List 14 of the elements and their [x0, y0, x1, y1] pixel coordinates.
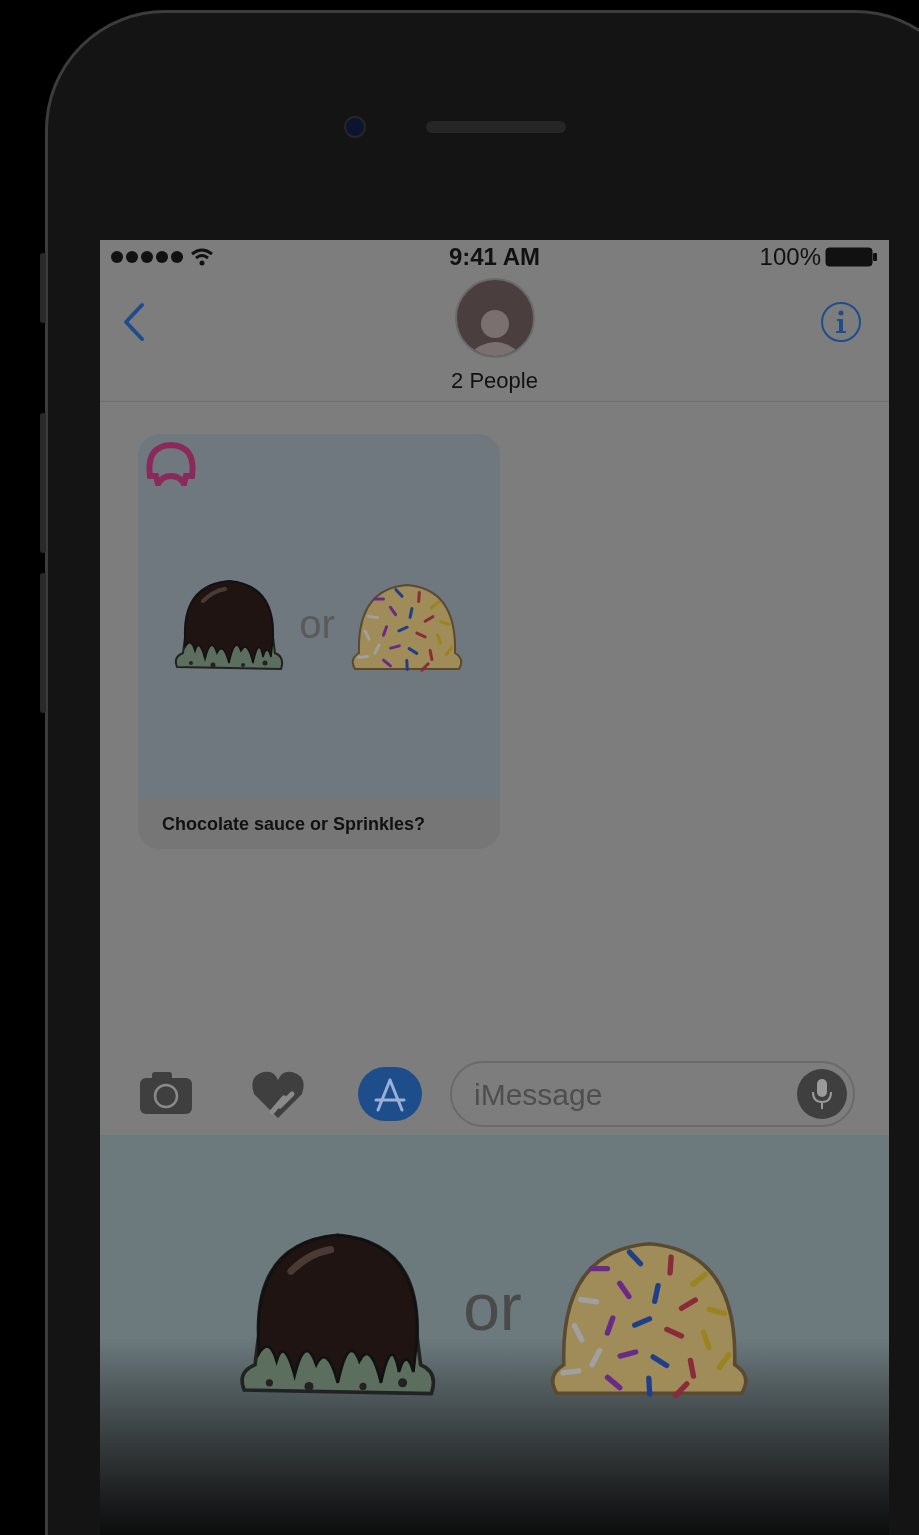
info-icon[interactable]	[819, 300, 863, 344]
microphone-button[interactable]	[797, 1069, 847, 1119]
ice-cream-scoop-icon	[144, 440, 198, 486]
battery-percentage: 100%	[759, 242, 821, 272]
message-caption: Chocolate sauce or Sprinkles?	[138, 799, 500, 849]
front-camera	[343, 115, 366, 138]
conversation-title[interactable]: 2 People	[451, 364, 538, 397]
battery-icon	[825, 247, 879, 267]
status-time: 9:41 AM	[448, 242, 541, 272]
signal-icon	[110, 250, 184, 264]
wifi-icon	[190, 248, 214, 266]
app-store-button[interactable]	[358, 1067, 422, 1121]
microphone-icon	[811, 1078, 833, 1110]
back-icon[interactable]	[122, 302, 146, 342]
